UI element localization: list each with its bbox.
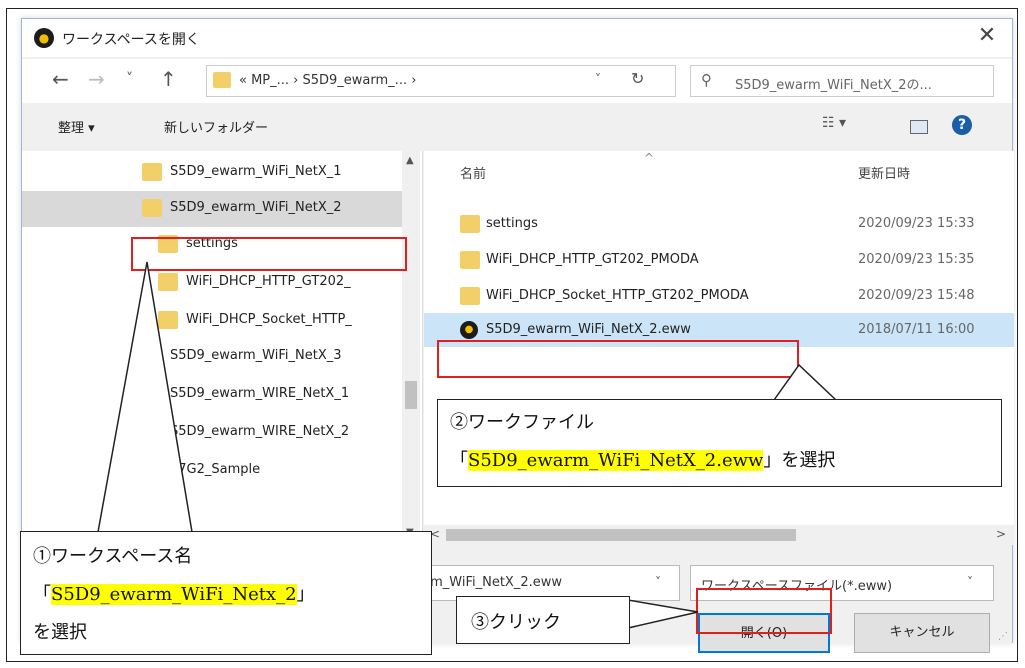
tree-item-label: WiFi_DHCP_HTTP_GT202_ <box>186 274 351 289</box>
file-type-value[interactable]: ワークスペースファイル(*.eww) <box>701 575 892 594</box>
folder-icon <box>158 273 178 291</box>
file-row-selected[interactable]: ● S5D9_ewarm_WiFi_NetX_2.eww 2018/07/11 … <box>424 313 1014 347</box>
scrollbar-thumb[interactable] <box>446 529 796 541</box>
preview-pane-icon[interactable] <box>910 120 928 134</box>
file-row[interactable]: settings 2020/09/23 15:33 <box>424 207 1014 241</box>
open-button[interactable]: 開く(O) <box>698 613 830 653</box>
back-icon[interactable]: ← <box>52 67 69 91</box>
column-header-name[interactable]: 名前 <box>460 163 486 182</box>
tree-item-label: S5D9_ewarm_WIRE_NetX_2 <box>170 424 350 439</box>
navigation-bar: ← → ˅ ↑ « MP_... › S5D9_ewarm_... › ˅ ↻ … <box>22 59 1012 103</box>
file-row[interactable]: WiFi_DHCP_Socket_HTTP_GT202_PMODA 2020/0… <box>424 279 1014 313</box>
dialog-title: ワークスペースを開く <box>62 32 200 48</box>
tree-scrollbar[interactable]: ▲ ▼ <box>402 151 420 545</box>
folder-icon <box>460 251 480 269</box>
organize-button[interactable]: 整理 ▾ <box>58 117 95 136</box>
folder-icon <box>158 311 178 329</box>
folder-icon <box>460 215 480 233</box>
callout-line: ②ワークファイル <box>450 412 594 433</box>
file-date: 2020/09/23 15:35 <box>858 252 975 267</box>
new-folder-button[interactable]: 新しいフォルダー <box>164 117 268 136</box>
callout-tail: 」を選択 <box>763 450 836 471</box>
column-header-date[interactable]: 更新日時 <box>858 163 910 182</box>
cancel-button[interactable]: キャンセル <box>854 613 990 653</box>
file-date: 2020/09/23 15:48 <box>858 288 975 303</box>
command-bar: 整理 ▾ 新しいフォルダー ☷ ▾ ? <box>22 107 1012 147</box>
scroll-up-icon[interactable]: ▲ <box>406 155 414 166</box>
highlighted-filename: S5D9_ewarm_WiFi_NetX_2.eww <box>468 450 764 471</box>
tree-item-label: settings <box>186 236 238 251</box>
search-icon: ⚲ <box>701 71 712 89</box>
file-name-value[interactable]: rm_WiFi_NetX_2.eww <box>425 575 562 590</box>
refresh-icon[interactable]: ↻ <box>631 69 644 88</box>
file-list-hscrollbar[interactable]: < > <box>424 525 1014 545</box>
tree-item-label: S5D9_ewarm_WIRE_NetX_1 <box>170 386 350 401</box>
callout-line: ③クリック <box>471 612 561 633</box>
file-date: 2020/09/23 15:33 <box>858 216 975 231</box>
callout-line: 「S5D9_ewarm_WiFi_NetX_2.eww」を選択 <box>450 446 835 472</box>
file-name: WiFi_DHCP_Socket_HTTP_GT202_PMODA <box>486 288 749 303</box>
file-name: settings <box>486 216 538 231</box>
chevron-down-icon[interactable]: ˅ <box>595 72 601 86</box>
callout-quote: 「 <box>33 584 51 605</box>
tree-item-label: WiFi_DHCP_Socket_HTTP_ <box>186 312 352 327</box>
folder-icon <box>460 287 480 305</box>
search-input[interactable]: ⚲ S5D9_ewarm_WiFi_NetX_2の... <box>690 65 994 97</box>
forward-icon[interactable]: → <box>88 67 105 91</box>
tree-item-label: S5D9_ewarm_WiFi_NetX_2 <box>170 200 342 215</box>
callout-click: ③クリック <box>456 596 630 644</box>
navigation-tree: S5D9_ewarm_WiFi_NetX_1 S5D9_ewarm_WiFi_N… <box>22 151 423 545</box>
tree-item-label: S5D9_ewarm_WiFi_NetX_3 <box>170 348 342 363</box>
folder-icon <box>142 199 162 217</box>
scrollbar-thumb[interactable] <box>405 381 417 409</box>
resize-grip-icon[interactable]: ⋰ <box>998 631 1008 642</box>
up-icon[interactable]: ↑ <box>160 67 177 91</box>
tree-item-label: S7G2_Sample <box>170 462 261 477</box>
address-bar[interactable]: « MP_... › S5D9_ewarm_... › ˅ ↻ <box>206 65 676 97</box>
app-icon: ● <box>34 28 54 48</box>
search-placeholder: S5D9_ewarm_WiFi_NetX_2の... <box>735 78 932 93</box>
view-options-icon[interactable]: ☷ ▾ <box>822 115 846 131</box>
chevron-down-icon[interactable]: ˅ <box>967 575 973 589</box>
recent-locations-icon[interactable]: ˅ <box>126 71 133 87</box>
folder-icon <box>213 72 231 88</box>
scroll-right-icon[interactable]: > <box>996 527 1006 541</box>
tree-item-label: S5D9_ewarm_WiFi_NetX_1 <box>170 164 342 179</box>
file-name: WiFi_DHCP_HTTP_GT202_PMODA <box>486 252 699 267</box>
callout-line: ①ワークスペース名 <box>33 546 193 567</box>
chevron-down-icon[interactable]: ˅ <box>655 575 661 589</box>
sort-ascending-icon: ^ <box>644 151 655 165</box>
folder-icon <box>142 163 162 181</box>
callout-quote: 」 <box>296 584 315 605</box>
callout-line: を選択 <box>33 622 87 643</box>
workspace-file-icon: ● <box>460 321 478 339</box>
callout-quote: 「 <box>450 450 468 471</box>
callout-workspace-name: ①ワークスペース名 「S5D9_ewarm_WiFi_Netx_2」 を選択 <box>20 531 432 655</box>
highlighted-name: S5D9_ewarm_WiFi_Netx_2 <box>51 584 297 605</box>
file-row[interactable]: WiFi_DHCP_HTTP_GT202_PMODA 2020/09/23 15… <box>424 243 1014 277</box>
folder-icon <box>158 235 178 253</box>
title-bar: ● ワークスペースを開く ✕ <box>22 19 1012 57</box>
callout-workfile: ②ワークファイル 「S5D9_ewarm_WiFi_NetX_2.eww」を選択 <box>437 399 1002 487</box>
help-icon[interactable]: ? <box>952 115 972 135</box>
address-path[interactable]: « MP_... › S5D9_ewarm_... › <box>239 73 416 88</box>
file-date: 2018/07/11 16:00 <box>858 322 975 337</box>
close-icon[interactable]: ✕ <box>972 23 1002 48</box>
file-type-select[interactable]: ワークスペースファイル(*.eww) ˅ <box>690 565 994 601</box>
file-name: S5D9_ewarm_WiFi_NetX_2.eww <box>486 322 691 337</box>
callout-line: 「S5D9_ewarm_WiFi_Netx_2」 <box>33 580 315 606</box>
